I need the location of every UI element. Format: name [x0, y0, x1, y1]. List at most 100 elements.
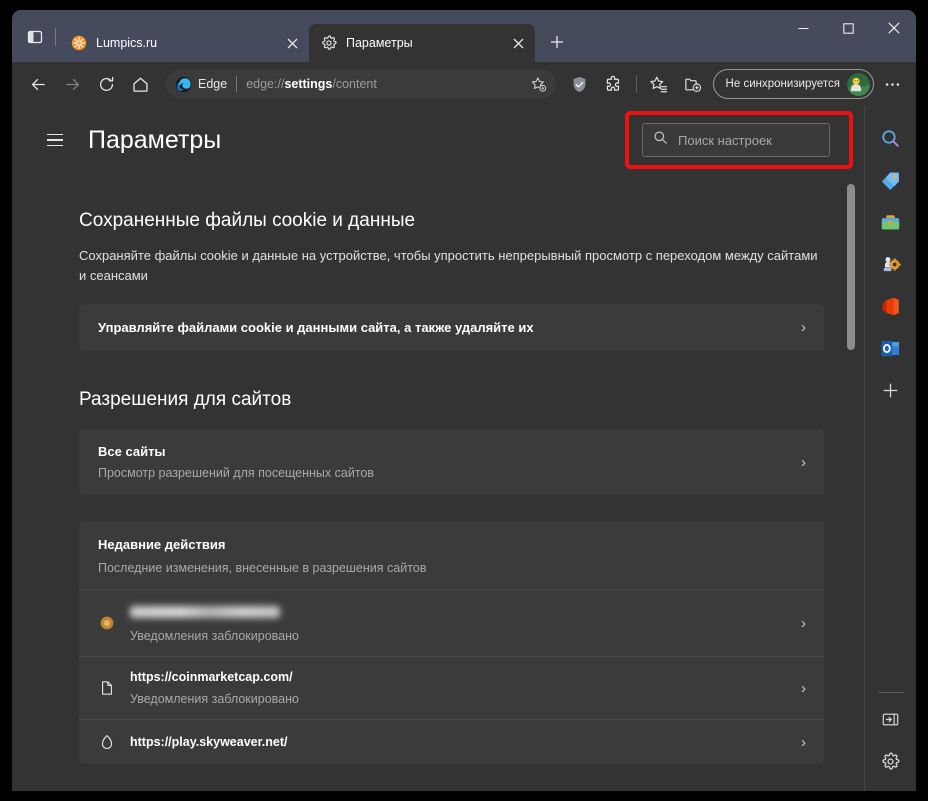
page-title: Параметры [88, 125, 222, 154]
globe-orange-icon [98, 614, 116, 632]
profile-label: Не синхронизируется [725, 78, 840, 90]
address-bar[interactable]: Edge edge://settings/content [166, 69, 556, 99]
search-settings-box[interactable] [642, 123, 830, 157]
edge-logo-icon [175, 76, 192, 93]
tab-close-icon[interactable] [281, 32, 303, 54]
recent-activity-subtitle: Последние изменения, внесенные в разреше… [98, 561, 427, 576]
url-suffix: /content [332, 77, 377, 91]
close-button[interactable] [871, 10, 916, 46]
hamburger-menu-icon[interactable] [38, 123, 72, 157]
browser-toolbar: Edge edge://settings/content Не синхрони… [12, 62, 916, 106]
recent-activity-title: Недавние действия [98, 537, 226, 553]
tab-title: Параметры [346, 36, 413, 50]
tab-title: Lumpics.ru [96, 36, 158, 50]
address-brand-label: Edge [198, 77, 228, 91]
refresh-icon[interactable] [90, 68, 122, 100]
row-manage-cookies[interactable]: Управляйте файлами cookie и данными сайт… [79, 304, 824, 351]
tools-icon[interactable] [873, 204, 909, 240]
back-icon[interactable] [22, 68, 54, 100]
card-manage-cookies: Управляйте файлами cookie и данными сайт… [79, 304, 824, 352]
tabstrip-divider [55, 28, 56, 46]
add-favorite-icon[interactable] [526, 71, 552, 97]
toolbar-divider [635, 75, 637, 93]
chevron-right-icon: › [801, 453, 806, 471]
section-saved-cookies: Сохраненные файлы cookie и данные Сохран… [67, 210, 824, 352]
tab-actions-icon[interactable] [18, 20, 52, 54]
chevron-right-icon: › [801, 614, 806, 632]
collections-icon[interactable] [677, 68, 709, 100]
page-icon [98, 679, 116, 697]
office-icon[interactable] [873, 288, 909, 324]
avatar [847, 72, 870, 96]
flame-icon [98, 733, 116, 751]
site-url: https://play.skyweaver.net/ [130, 735, 288, 750]
search-input[interactable] [678, 132, 819, 148]
row-text: Управляйте файлами cookie и данными сайт… [98, 320, 787, 335]
more-options-icon[interactable] [876, 68, 908, 100]
list-item[interactable]: https://coinmarketcap.com/ Уведомления з… [79, 656, 824, 719]
row-title: Управляйте файлами cookie и данными сайт… [98, 320, 534, 336]
settings-content: Сохраненные файлы cookie и данные Сохран… [12, 174, 864, 765]
site-url [130, 606, 280, 619]
chevron-right-icon: › [801, 733, 806, 751]
title-bar: Lumpics.ru Параметры [12, 10, 916, 62]
address-divider [236, 76, 238, 92]
settings-header: Параметры [12, 106, 864, 174]
tab-lumpics[interactable]: Lumpics.ru [59, 24, 309, 62]
gear-icon[interactable] [873, 743, 909, 779]
home-icon[interactable] [124, 68, 156, 100]
search-icon [653, 130, 668, 150]
site-text: https://play.skyweaver.net/ [130, 735, 787, 749]
tag-icon[interactable] [873, 162, 909, 198]
shield-icon[interactable] [564, 68, 596, 100]
settings-scroll-area[interactable]: Сохраненные файлы cookie и данные Сохран… [12, 174, 864, 791]
site-text: Уведомления заблокировано [130, 603, 787, 643]
chevron-right-icon: › [801, 679, 806, 697]
profile-sync-button[interactable]: Не синхронизируется [712, 69, 874, 99]
site-url: https://coinmarketcap.com/ [130, 670, 293, 685]
recent-activity-header: Недавние действия Последние изменения, в… [79, 521, 824, 589]
search-icon[interactable] [873, 120, 909, 156]
gear-icon [320, 35, 337, 52]
card-all-sites: Все сайты Просмотр разрешений для посеще… [79, 429, 824, 496]
sidebar-bottom-group [865, 688, 916, 785]
url-prefix: edge:// [246, 77, 285, 91]
window-controls [781, 10, 916, 46]
section-title: Разрешения для сайтов [79, 389, 292, 411]
site-text: https://coinmarketcap.com/ Уведомления з… [130, 670, 787, 706]
site-status: Уведомления заблокировано [130, 629, 299, 644]
card-recent-activity: Недавние действия Последние изменения, в… [79, 521, 824, 765]
tab-settings[interactable]: Параметры [309, 24, 535, 62]
address-url: edge://settings/content [246, 77, 525, 91]
plus-icon[interactable] [873, 372, 909, 408]
section-site-permissions: Разрешения для сайтов Все сайты Просмотр… [67, 389, 824, 496]
forward-icon[interactable] [56, 68, 88, 100]
sidebar-divider [877, 692, 904, 693]
section-title: Сохраненные файлы cookie и данные [79, 210, 416, 231]
row-text: Все сайты Просмотр разрешений для посеще… [98, 444, 787, 480]
extensions-icon[interactable] [598, 68, 630, 100]
row-all-sites[interactable]: Все сайты Просмотр разрешений для посеще… [79, 429, 824, 495]
tab-close-icon[interactable] [507, 32, 529, 54]
browser-window: Lumpics.ru Параметры Edge edge://setting… [12, 10, 916, 791]
settings-page: Параметры Поиск настроек Сохраненные фай… [12, 106, 864, 791]
maximize-button[interactable] [826, 10, 871, 46]
outlook-icon[interactable] [873, 330, 909, 366]
sidebar-rail [864, 106, 916, 791]
orange-flower-icon [70, 35, 87, 52]
scrollbar-thumb[interactable] [847, 184, 855, 350]
chevron-right-icon: › [801, 319, 806, 337]
games-icon[interactable] [873, 246, 909, 282]
screenshot-root: Lumpics.ru Параметры Edge edge://setting… [0, 0, 928, 801]
list-item[interactable]: https://play.skyweaver.net/ › [79, 719, 824, 764]
site-status: Уведомления заблокировано [130, 692, 299, 707]
list-item[interactable]: Уведомления заблокировано › [79, 589, 824, 656]
favorites-icon[interactable] [643, 68, 675, 100]
new-tab-icon[interactable] [541, 26, 573, 58]
minimize-button[interactable] [781, 10, 826, 46]
page-body: Параметры Поиск настроек Сохраненные фай… [12, 106, 916, 791]
url-bold: settings [284, 77, 333, 91]
row-title: Все сайты [98, 444, 166, 460]
panel-toggle-icon[interactable] [873, 701, 909, 737]
section-description: Сохраняйте файлы cookie и данные на устр… [79, 248, 818, 284]
